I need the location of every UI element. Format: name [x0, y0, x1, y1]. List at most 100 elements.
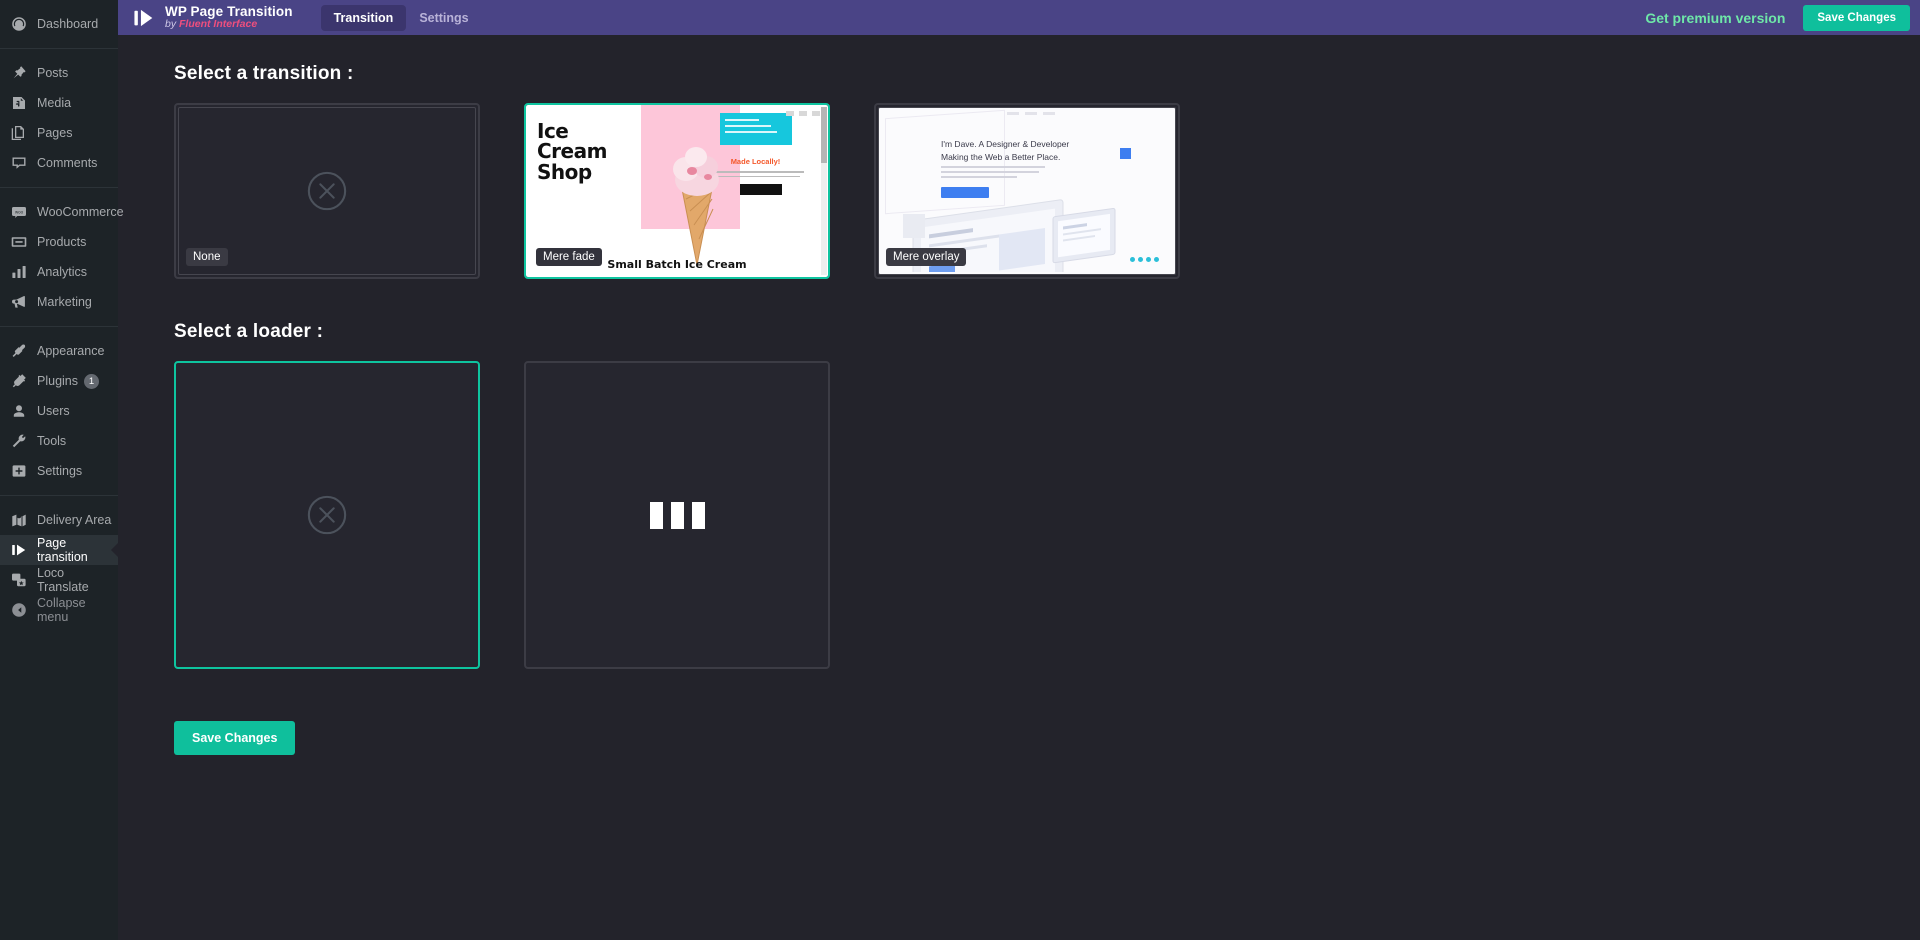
- sidebar-item-label: Tools: [37, 434, 67, 448]
- wp-page-transition-logo-icon: [134, 9, 153, 26]
- wp-admin-sidebar: Dashboard Posts Media Pages Comments woo WooCo…: [0, 0, 124, 940]
- tools-icon: [9, 431, 29, 451]
- media-icon: [9, 93, 29, 113]
- sidebar-item-pages[interactable]: Pages: [0, 118, 118, 148]
- sidebar-item-label: Appearance: [37, 344, 105, 358]
- select-loader-title: Select a loader :: [174, 321, 324, 342]
- sidebar-item-comments[interactable]: Comments: [0, 148, 118, 178]
- sidebar-item-marketing[interactable]: Marketing: [0, 287, 118, 317]
- dashboard-icon: [9, 14, 29, 34]
- transition-card-none-label: None: [186, 248, 228, 266]
- woocommerce-icon: woo: [9, 202, 29, 222]
- plugin-header-bar: WP Page Transition by Fluent Interface T…: [118, 0, 1920, 35]
- preview-scrollbar[interactable]: [821, 107, 827, 275]
- sidebar-item-appearance[interactable]: Appearance: [0, 336, 118, 366]
- circle-x-icon: [306, 494, 348, 536]
- sidebar-item-label: Pages: [37, 126, 73, 140]
- sidebar-item-delivery-area[interactable]: Delivery Area: [0, 505, 118, 535]
- icecream-cta-button[interactable]: [740, 184, 782, 195]
- sidebar-item-label: Loco Translate: [37, 566, 89, 594]
- portfolio-body-lines: [941, 166, 1049, 181]
- footer-actions: Save Changes: [174, 721, 1920, 755]
- admin-page: Dashboard Posts Media Pages Comments woo WooCo…: [0, 0, 1920, 940]
- sidebar-item-media[interactable]: Media: [0, 88, 118, 118]
- loader-card-none[interactable]: [174, 361, 480, 669]
- sidebar-item-dashboard[interactable]: Dashboard: [0, 9, 118, 39]
- sidebar-item-label: Page transition: [37, 536, 88, 564]
- save-changes-button-footer[interactable]: Save Changes: [174, 721, 296, 755]
- marketing-icon: [9, 292, 29, 312]
- sidebar-divider: [0, 48, 118, 49]
- sidebar-item-collapse-menu[interactable]: Collapse menu: [0, 595, 118, 625]
- sidebar-item-plugins[interactable]: Plugins 1: [0, 366, 118, 396]
- pin-icon: [9, 63, 29, 83]
- sidebar-item-tools[interactable]: Tools: [0, 426, 118, 456]
- sidebar-item-label: Users: [37, 404, 70, 418]
- pages-icon: [9, 123, 29, 143]
- portfolio-heading-1: I'm Dave. A Designer & Developer: [941, 139, 1070, 149]
- sidebar-divider: [0, 187, 118, 188]
- sidebar-item-label: Marketing: [37, 295, 92, 309]
- sidebar-item-label: Posts: [37, 66, 69, 80]
- save-changes-button-header[interactable]: Save Changes: [1803, 4, 1910, 31]
- brand-author: Fluent Interface: [179, 18, 258, 31]
- icecream-cyan-info-panel: [720, 113, 792, 145]
- icecream-title-line-1: Ice: [537, 119, 569, 143]
- transition-card-none[interactable]: None: [174, 103, 480, 279]
- header-actions: Get premium version Save Changes: [1645, 0, 1910, 35]
- delivery-area-icon: [9, 510, 29, 530]
- sidebar-item-label: Media: [37, 96, 72, 110]
- brand-subtitle: by Fluent Interface: [165, 19, 293, 30]
- collapse-icon: [9, 600, 29, 620]
- sidebar-item-loco-translate[interactable]: Loco Translate: [0, 565, 118, 595]
- loader-card-bars[interactable]: [524, 361, 830, 669]
- brand-title: WP Page Transition: [165, 3, 293, 19]
- get-premium-version-link[interactable]: Get premium version: [1645, 10, 1785, 26]
- tab-transition[interactable]: Transition: [320, 4, 407, 31]
- sidebar-item-posts[interactable]: Posts: [0, 58, 118, 88]
- svg-text:woo: woo: [15, 210, 24, 215]
- sidebar-item-label: Products: [37, 235, 87, 249]
- transition-card-mere-fade-label: Mere fade: [536, 248, 602, 266]
- sidebar-item-users[interactable]: Users: [0, 396, 118, 426]
- settings-content: Select a transition : None Ice Cream Sho…: [118, 35, 1920, 755]
- sidebar-item-page-transition[interactable]: Page transition: [0, 535, 119, 565]
- sidebar-item-badge: 1: [84, 373, 99, 389]
- transition-card-mere-overlay-label: Mere overlay: [886, 248, 967, 266]
- comments-icon: [9, 153, 29, 173]
- settings-icon: [9, 461, 29, 481]
- users-icon: [9, 401, 29, 421]
- tab-settings[interactable]: Settings: [406, 5, 481, 31]
- transition-card-mere-overlay[interactable]: I'm Dave. A Designer & Developer Making …: [874, 103, 1180, 279]
- sidebar-item-woocommerce[interactable]: woo WooCommerce: [0, 197, 124, 227]
- sidebar-item-label: Analytics: [37, 265, 88, 279]
- sidebar-item-label: Plugins: [37, 374, 78, 388]
- products-icon: [9, 232, 29, 252]
- icecream-title-line-2: Cream: [537, 139, 607, 164]
- sidebar-item-label: Dashboard: [37, 17, 99, 31]
- portfolio-dots-icon: [1130, 257, 1159, 262]
- sidebar-divider: [0, 495, 118, 496]
- sidebar-item-products[interactable]: Products: [0, 227, 118, 257]
- icecream-title-line-3: Shop: [537, 159, 592, 184]
- ice-cream-cone-image: [672, 146, 719, 265]
- portfolio-blue-square: [1120, 148, 1131, 159]
- plugins-icon: [9, 371, 29, 391]
- brand: WP Page Transition by Fluent Interface: [132, 3, 293, 31]
- brand-by: by: [165, 18, 180, 31]
- sidebar-item-analytics[interactable]: Analytics: [0, 257, 118, 287]
- select-transition-title: Select a transition :: [174, 63, 354, 84]
- main-content: WP Page Transition by Fluent Interface T…: [118, 0, 1920, 940]
- loader-card-row: [174, 361, 1920, 669]
- sidebar-item-settings[interactable]: Settings: [0, 456, 118, 486]
- transition-card-mere-fade[interactable]: Ice Cream Shop Made Locally! Small Batch…: [524, 103, 830, 279]
- sidebar-item-label: WooCommerce: [37, 205, 124, 219]
- appearance-icon: [9, 341, 29, 361]
- circle-x-icon: [306, 170, 348, 212]
- sidebar-item-label: Comments: [37, 156, 98, 170]
- icecream-title: Ice Cream Shop: [537, 119, 607, 184]
- analytics-icon: [9, 262, 29, 282]
- sidebar-item-label: Collapse menu: [37, 596, 86, 624]
- page-transition-icon: [9, 540, 29, 560]
